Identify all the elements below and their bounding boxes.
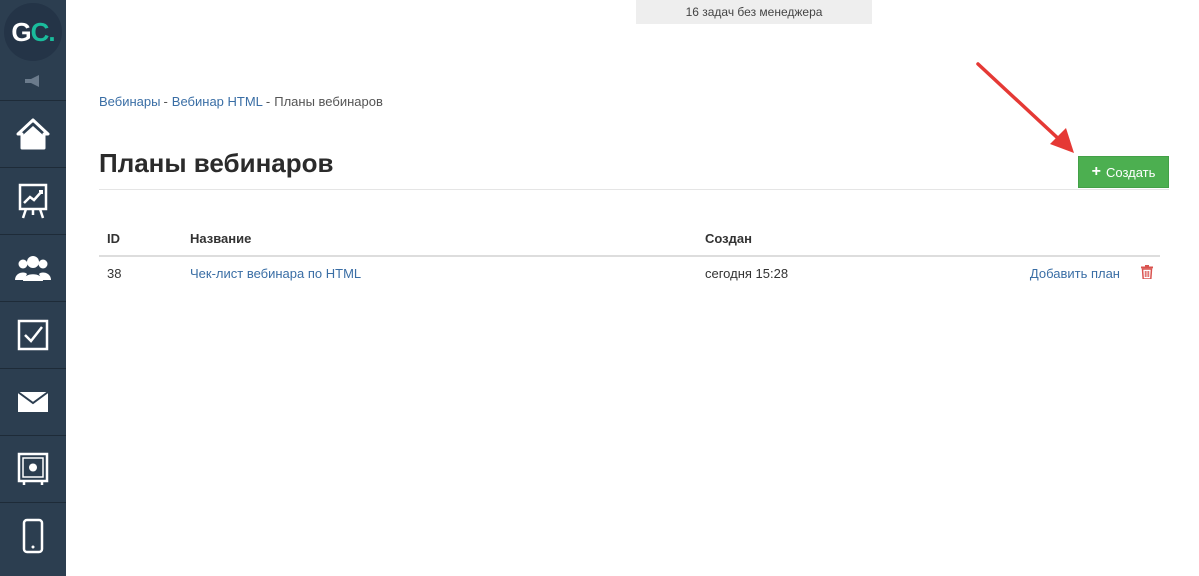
home-icon (16, 118, 50, 150)
column-header-id[interactable]: ID (107, 231, 120, 246)
sidebar-item-sales[interactable] (0, 435, 66, 502)
unassigned-tasks-notice[interactable]: 16 задач без менеджера (636, 0, 872, 24)
plus-icon: + (1091, 163, 1101, 180)
safe-icon (17, 452, 49, 485)
column-header-name[interactable]: Название (190, 231, 251, 246)
row-action-cell: Добавить план (1030, 266, 1120, 281)
sidebar-item-mobile[interactable] (0, 502, 66, 569)
create-button-label: Создать (1105, 164, 1156, 180)
mobile-icon (22, 518, 44, 554)
sidebar-item-home[interactable] (0, 100, 66, 167)
breadcrumb-webinars[interactable]: Вебинары (99, 94, 160, 109)
row-created: сегодня 15:28 (705, 266, 789, 281)
table-header: ID Название Создан (99, 222, 1160, 257)
users-icon (15, 256, 51, 281)
create-button[interactable]: + Создать (1078, 156, 1169, 188)
row-name-link[interactable]: Чек-лист вебинара по HTML (190, 266, 361, 281)
sidebar-item-tasks[interactable] (0, 301, 66, 368)
sidebar-item-users[interactable] (0, 234, 66, 301)
announcement-button[interactable] (0, 64, 66, 98)
column-header-created[interactable]: Создан (705, 231, 752, 246)
breadcrumb-separator: - (265, 94, 271, 109)
table-row: 38 Чек-лист вебинара по HTML сегодня 15:… (99, 257, 1160, 289)
breadcrumb-separator: - (163, 94, 168, 109)
row-name-cell: Чек-лист вебинара по HTML (190, 266, 361, 281)
add-plan-link[interactable]: Добавить план (1030, 266, 1120, 281)
red-arrow-annotation (976, 62, 1074, 153)
logo-circle: GC. (4, 3, 62, 61)
breadcrumb-webinar-html[interactable]: Вебинар HTML (172, 94, 263, 109)
title-divider (99, 189, 1169, 190)
breadcrumb-current: Планы вебинаров (274, 94, 383, 109)
checkbox-icon (17, 319, 49, 351)
breadcrumb: Вебинары - Вебинар HTML - Планы вебинаров (99, 94, 383, 109)
sidebar: GC. (0, 0, 66, 576)
logo-dot: . (48, 16, 55, 47)
mail-icon (17, 391, 49, 412)
logo-letter-g: G (11, 16, 31, 47)
page-title: Планы вебинаров (99, 148, 334, 178)
sidebar-item-reports[interactable] (0, 167, 66, 234)
sidebar-item-messages[interactable] (0, 368, 66, 435)
logo[interactable]: GC. (0, 0, 66, 64)
chart-icon (18, 183, 48, 219)
row-id: 38 (107, 266, 122, 281)
trash-icon[interactable] (1141, 265, 1153, 279)
logo-letter-c: C (30, 16, 50, 47)
megaphone-icon (25, 75, 39, 87)
